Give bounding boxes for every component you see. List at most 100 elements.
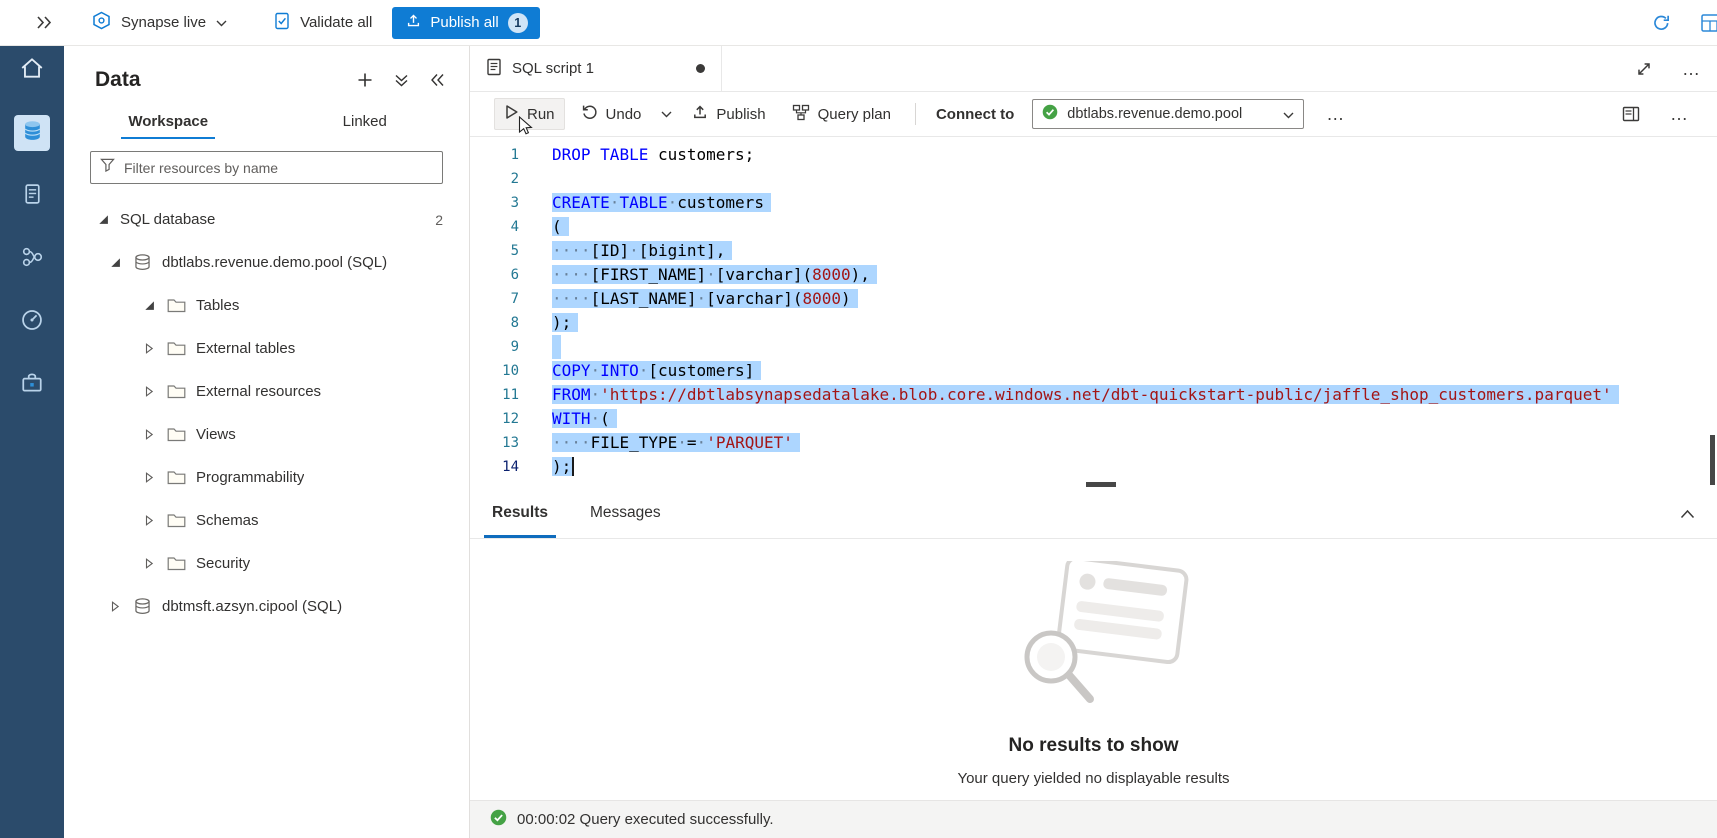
- document-tab-label: SQL script 1: [512, 60, 594, 77]
- validate-all-label: Validate all: [300, 14, 372, 31]
- tab-sql-script-1[interactable]: SQL script 1: [470, 46, 722, 91]
- tab-messages[interactable]: Messages: [582, 492, 669, 538]
- sql-script-icon: [486, 58, 502, 80]
- tree-item-tables[interactable]: Tables: [64, 284, 469, 327]
- table-tools-icon[interactable]: [1699, 11, 1717, 35]
- run-button[interactable]: Run: [494, 98, 565, 130]
- tab-more-icon[interactable]: …: [1680, 62, 1703, 76]
- tree-item-label: dbtlabs.revenue.demo.pool (SQL): [162, 254, 387, 271]
- empty-results-subtitle: Your query yielded no displayable result…: [957, 770, 1229, 787]
- publish-button[interactable]: Publish: [682, 98, 775, 130]
- code-line-13[interactable]: 13····FILE_TYPE·=·'PARQUET': [470, 431, 1717, 455]
- code-line-2[interactable]: 2: [470, 167, 1717, 191]
- synapse-live-selector[interactable]: Synapse live: [92, 11, 227, 34]
- add-resource-icon[interactable]: [355, 70, 375, 90]
- line-content: DROP TABLE customers;: [552, 143, 754, 167]
- main-work-area: SQL script 1 … Run Un: [469, 46, 1717, 838]
- code-line-10[interactable]: 10COPY·INTO·[customers]: [470, 359, 1717, 383]
- tree-item-views[interactable]: Views: [64, 413, 469, 456]
- tree-item-label: Schemas: [196, 512, 259, 529]
- properties-icon[interactable]: [1620, 104, 1642, 124]
- sql-editor[interactable]: 1DROP TABLE customers;23CREATE·TABLE·cus…: [470, 137, 1717, 489]
- expand-sidebar-icon[interactable]: [34, 13, 54, 32]
- tree-item-external-resources[interactable]: External resources: [64, 370, 469, 413]
- code-line-8[interactable]: 8);: [470, 311, 1717, 335]
- results-empty-state: No results to show Your query yielded no…: [470, 539, 1717, 800]
- rail-item-manage[interactable]: [14, 367, 50, 403]
- code-line-3[interactable]: 3CREATE·TABLE·customers: [470, 191, 1717, 215]
- develop-icon: [21, 182, 44, 211]
- query-plan-button[interactable]: Query plan: [782, 98, 901, 131]
- folder-icon: [166, 298, 186, 313]
- synapse-live-icon: [92, 11, 111, 34]
- code-line-4[interactable]: 4(: [470, 215, 1717, 239]
- code-line-12[interactable]: 12WITH·(: [470, 407, 1717, 431]
- collapsed-twisty-icon[interactable]: [142, 472, 156, 483]
- validate-all-button[interactable]: Validate all: [273, 12, 372, 34]
- tree-item-sql-database[interactable]: SQL database 2: [64, 198, 469, 241]
- collapsed-twisty-icon[interactable]: [142, 343, 156, 354]
- expanded-twisty-icon[interactable]: [142, 300, 156, 311]
- code-line-14[interactable]: 14);: [470, 455, 1717, 479]
- tree-item-programmability[interactable]: Programmability: [64, 456, 469, 499]
- expanded-twisty-icon[interactable]: [108, 257, 122, 268]
- line-number: 9: [470, 335, 552, 359]
- expanded-twisty-icon[interactable]: [96, 214, 110, 225]
- rail-item-data[interactable]: [14, 115, 50, 151]
- tree-item-security[interactable]: Security: [64, 542, 469, 585]
- refresh-icon[interactable]: [1650, 11, 1673, 34]
- collapsed-twisty-icon[interactable]: [142, 558, 156, 569]
- folder-icon: [166, 470, 186, 485]
- connect-to-dropdown[interactable]: dbtlabs.revenue.demo.pool: [1032, 99, 1304, 129]
- rail-item-develop[interactable]: [14, 178, 50, 214]
- tree-item-pool-dbtmsft[interactable]: dbtmsft.azsyn.cipool (SQL): [64, 585, 469, 628]
- line-number: 8: [470, 311, 552, 335]
- empty-results-title: No results to show: [1009, 735, 1179, 757]
- tree-item-pool-dbtlabs[interactable]: dbtlabs.revenue.demo.pool (SQL): [64, 241, 469, 284]
- line-content: );: [552, 455, 574, 479]
- tree-item-schemas[interactable]: Schemas: [64, 499, 469, 542]
- rail-item-monitor[interactable]: [14, 304, 50, 340]
- line-content: ····[LAST_NAME]·[varchar](8000): [552, 287, 858, 311]
- undo-icon: [581, 104, 598, 124]
- query-plan-icon: [792, 104, 810, 125]
- query-status-bar: 00:00:02 Query executed successfully.: [470, 800, 1717, 838]
- toolbar-more-icon[interactable]: …: [1324, 107, 1347, 121]
- undo-button[interactable]: Undo: [571, 98, 652, 130]
- data-panel-tabs: Workspace Linked: [64, 98, 469, 141]
- collapsed-twisty-icon[interactable]: [142, 515, 156, 526]
- tree-item-count: 2: [435, 212, 443, 228]
- collapsed-twisty-icon[interactable]: [142, 429, 156, 440]
- play-icon: [504, 104, 519, 124]
- code-line-1[interactable]: 1DROP TABLE customers;: [470, 143, 1717, 167]
- collapse-all-icon[interactable]: [392, 71, 411, 90]
- line-content: );: [552, 311, 578, 335]
- filter-funnel-icon: [100, 158, 115, 177]
- expand-editor-icon[interactable]: [1634, 59, 1654, 79]
- vertical-scrollbar[interactable]: [1710, 435, 1715, 485]
- code-line-7[interactable]: 7····[LAST_NAME]·[varchar](8000): [470, 287, 1717, 311]
- hub-navigation-rail: [0, 46, 64, 838]
- collapsed-twisty-icon[interactable]: [142, 386, 156, 397]
- code-line-5[interactable]: 5····[ID]·[bigint],: [470, 239, 1717, 263]
- rail-item-home[interactable]: [14, 52, 50, 88]
- code-line-11[interactable]: 11FROM·'https://dbtlabsynapsedatalake.bl…: [470, 383, 1717, 407]
- toolbar-overflow-more-icon[interactable]: …: [1668, 107, 1691, 121]
- tab-results[interactable]: Results: [484, 492, 556, 538]
- publish-all-label: Publish all: [430, 14, 498, 31]
- tab-linked[interactable]: Linked: [267, 104, 464, 141]
- run-options-chevron-icon[interactable]: [657, 105, 676, 124]
- publish-all-button[interactable]: Publish all 1: [392, 7, 539, 39]
- tab-workspace[interactable]: Workspace: [70, 104, 267, 141]
- filter-input[interactable]: [124, 160, 433, 176]
- horizontal-scrollbar[interactable]: [1086, 482, 1116, 487]
- rail-item-integrate[interactable]: [14, 241, 50, 277]
- collapsed-twisty-icon[interactable]: [108, 601, 122, 612]
- code-line-6[interactable]: 6····[FIRST_NAME]·[varchar](8000),: [470, 263, 1717, 287]
- tree-item-external-tables[interactable]: External tables: [64, 327, 469, 370]
- collapse-results-icon[interactable]: [1678, 507, 1697, 521]
- collapse-panel-icon[interactable]: [428, 71, 447, 89]
- code-line-9[interactable]: 9: [470, 335, 1717, 359]
- tree-item-label: dbtmsft.azsyn.cipool (SQL): [162, 598, 342, 615]
- tree-item-label: SQL database: [120, 211, 215, 228]
